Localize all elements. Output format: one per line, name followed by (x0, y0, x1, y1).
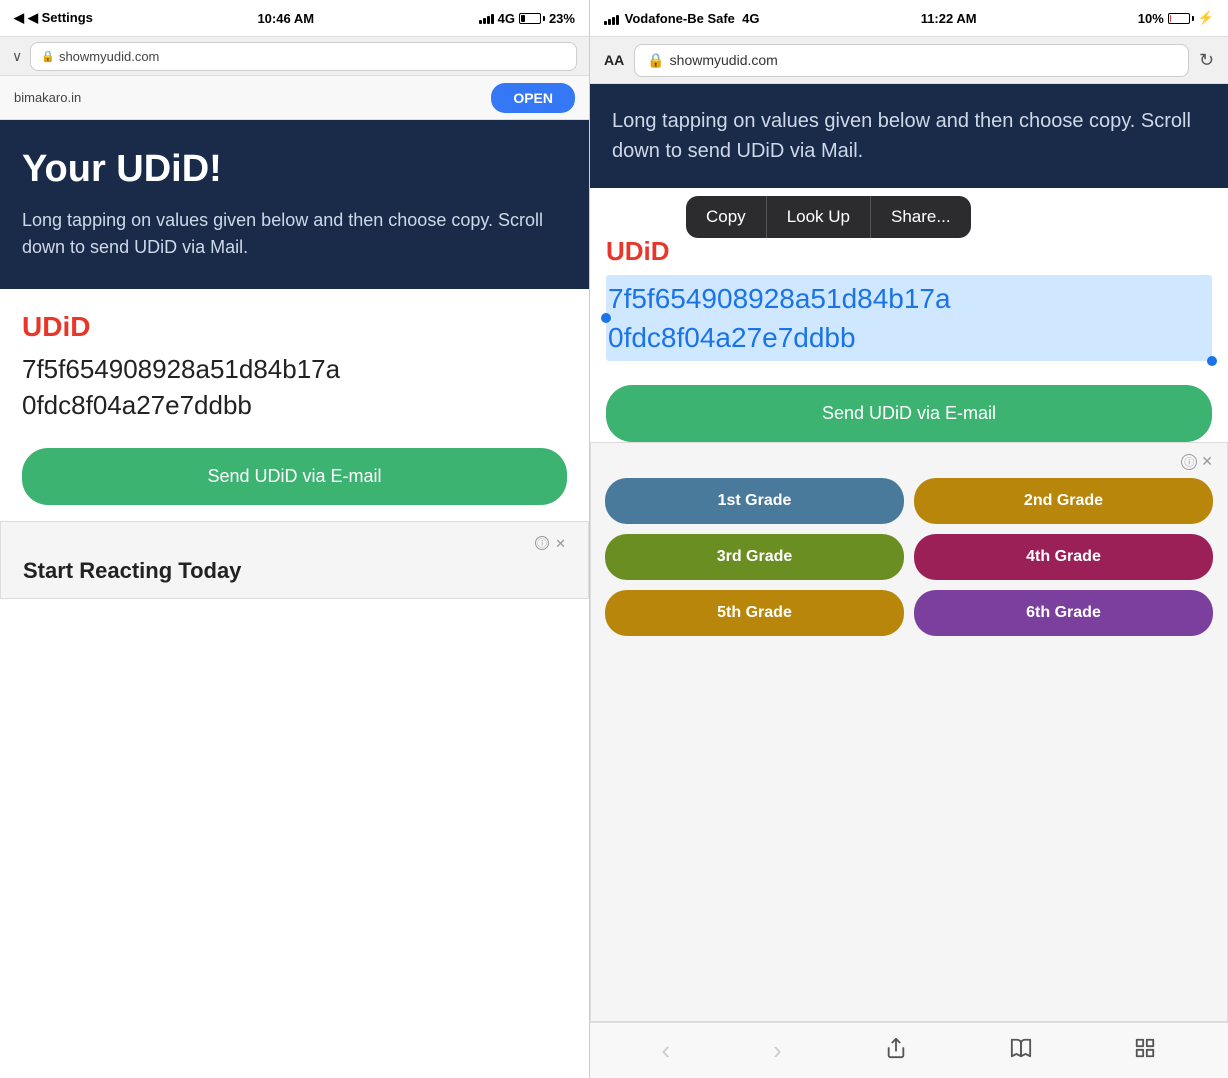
right-battery-percent: 10% (1138, 11, 1164, 26)
left-ad-info-row: ⓘ ✕ (23, 536, 566, 552)
left-ad-bottom: ⓘ ✕ Start Reacting Today (0, 521, 589, 599)
right-ad-section: ⓘ ✕ 1st Grade 2nd Grade 3rd Grade 4th Gr… (590, 442, 1228, 1022)
right-lock-icon: 🔒 (647, 52, 664, 69)
forward-button[interactable]: › (773, 1035, 782, 1066)
battery-icon (519, 13, 545, 24)
left-status-left: ◀ ◀ Settings (14, 10, 93, 26)
right-ad-info-icon: ⓘ (1181, 454, 1197, 470)
context-menu: Copy Look Up Share... (686, 196, 971, 238)
left-panel: ◀ ◀ Settings 10:46 AM 4G 23% ∨ 🔒 (0, 0, 590, 1078)
left-open-button[interactable]: OPEN (491, 83, 575, 113)
selection-handle-left (601, 313, 611, 323)
signal-bar-2 (483, 18, 486, 24)
right-time: 11:22 AM (921, 11, 977, 26)
right-url-bar: AA 🔒 showmyudid.com ↺ (590, 36, 1228, 84)
right-signal-bars (604, 13, 619, 25)
left-url-text: showmyudid.com (59, 49, 159, 64)
left-ad-domain: bimakaro.in (14, 90, 81, 105)
left-hero-title: Your UDiD! (22, 148, 567, 191)
context-menu-share[interactable]: Share... (871, 196, 971, 238)
left-hero: Your UDiD! Long tapping on values given … (0, 120, 589, 289)
grade-5-button[interactable]: 5th Grade (605, 590, 904, 636)
left-url-bar: ∨ 🔒 showmyudid.com (0, 36, 589, 76)
left-time: 10:46 AM (257, 11, 314, 26)
chevron-down-icon[interactable]: ∨ (12, 48, 22, 65)
left-url-field[interactable]: 🔒 showmyudid.com (30, 42, 577, 71)
right-carrier-text: Vodafone-Be Safe (625, 11, 735, 26)
left-ad-banner: bimakaro.in OPEN (0, 76, 589, 120)
reload-icon[interactable]: ↺ (1199, 50, 1214, 71)
grade-grid: 1st Grade 2nd Grade 3rd Grade 4th Grade … (605, 478, 1213, 636)
signal-bar-4 (491, 14, 494, 24)
grade-2-button[interactable]: 2nd Grade (914, 478, 1213, 524)
lock-icon: 🔒 (41, 50, 55, 63)
back-button[interactable]: ‹ (661, 1035, 670, 1066)
grade-3-button[interactable]: 3rd Grade (605, 534, 904, 580)
left-send-button[interactable]: Send UDiD via E-mail (22, 448, 567, 505)
context-menu-copy[interactable]: Copy (686, 196, 767, 238)
right-battery-area: 10% ⚡ (1138, 10, 1214, 26)
left-battery-percent: 23% (549, 11, 575, 26)
right-bottom-toolbar: ‹ › (590, 1022, 1228, 1078)
right-signal-bar-4 (616, 15, 619, 25)
ad-close-icon[interactable]: ✕ (555, 536, 566, 552)
right-udid-selected-value[interactable]: 7f5f654908928a51d84b17a 0fdc8f04a27e7ddb… (606, 275, 1212, 361)
left-status-right: 4G 23% (479, 11, 575, 26)
right-content-area: Copy Look Up Share... UDiD 7f5f654908928… (590, 188, 1228, 442)
signal-bar-1 (479, 20, 482, 24)
left-udid-value[interactable]: 7f5f654908928a51d84b17a 0fdc8f04a27e7ddb… (22, 351, 567, 424)
right-hero-description: Long tapping on values given below and t… (612, 106, 1206, 166)
bookmarks-button[interactable] (1010, 1037, 1032, 1065)
grade-6-button[interactable]: 6th Grade (914, 590, 1213, 636)
ad-info-icon: ⓘ (535, 536, 549, 550)
right-hero: Long tapping on values given below and t… (590, 84, 1228, 188)
left-settings-label: ◀ Settings (28, 10, 93, 26)
right-panel: Vodafone-Be Safe 4G 11:22 AM 10% ⚡ AA 🔒 … (590, 0, 1228, 1078)
back-arrow-icon: ◀ (14, 10, 24, 26)
right-network-label: 4G (742, 11, 759, 26)
left-udid-content: UDiD 7f5f654908928a51d84b17a 0fdc8f04a27… (0, 289, 589, 448)
right-url-text: showmyudid.com (670, 52, 778, 68)
left-send-btn-wrapper: Send UDiD via E-mail (0, 448, 589, 521)
right-charging-icon: ⚡ (1198, 10, 1214, 26)
signal-bar-3 (487, 16, 490, 24)
left-status-bar: ◀ ◀ Settings 10:46 AM 4G 23% (0, 0, 589, 36)
right-udid-label: UDiD (606, 236, 1212, 267)
right-signal-bar-2 (608, 19, 611, 25)
right-send-button[interactable]: Send UDiD via E-mail (606, 385, 1212, 442)
right-battery-icon (1168, 13, 1194, 24)
right-ad-close-icon[interactable]: ✕ (1201, 453, 1213, 470)
selection-handle-right (1207, 356, 1217, 366)
share-button[interactable] (885, 1037, 907, 1065)
left-ad-title: Start Reacting Today (23, 558, 566, 584)
grade-1-button[interactable]: 1st Grade (605, 478, 904, 524)
left-udid-label: UDiD (22, 311, 567, 343)
aa-label[interactable]: AA (604, 52, 624, 68)
right-signal-bar-1 (604, 21, 607, 25)
right-status-bar: Vodafone-Be Safe 4G 11:22 AM 10% ⚡ (590, 0, 1228, 36)
left-network-label: 4G (498, 11, 515, 26)
left-hero-description: Long tapping on values given below and t… (22, 207, 567, 261)
tabs-button[interactable] (1134, 1037, 1156, 1065)
right-carrier-label: Vodafone-Be Safe 4G (604, 11, 759, 26)
context-menu-lookup[interactable]: Look Up (767, 196, 871, 238)
signal-bars (479, 12, 494, 24)
right-ad-top-row: ⓘ ✕ (605, 453, 1213, 470)
grade-4-button[interactable]: 4th Grade (914, 534, 1213, 580)
right-signal-bar-3 (612, 17, 615, 25)
right-url-field[interactable]: 🔒 showmyudid.com (634, 44, 1189, 77)
